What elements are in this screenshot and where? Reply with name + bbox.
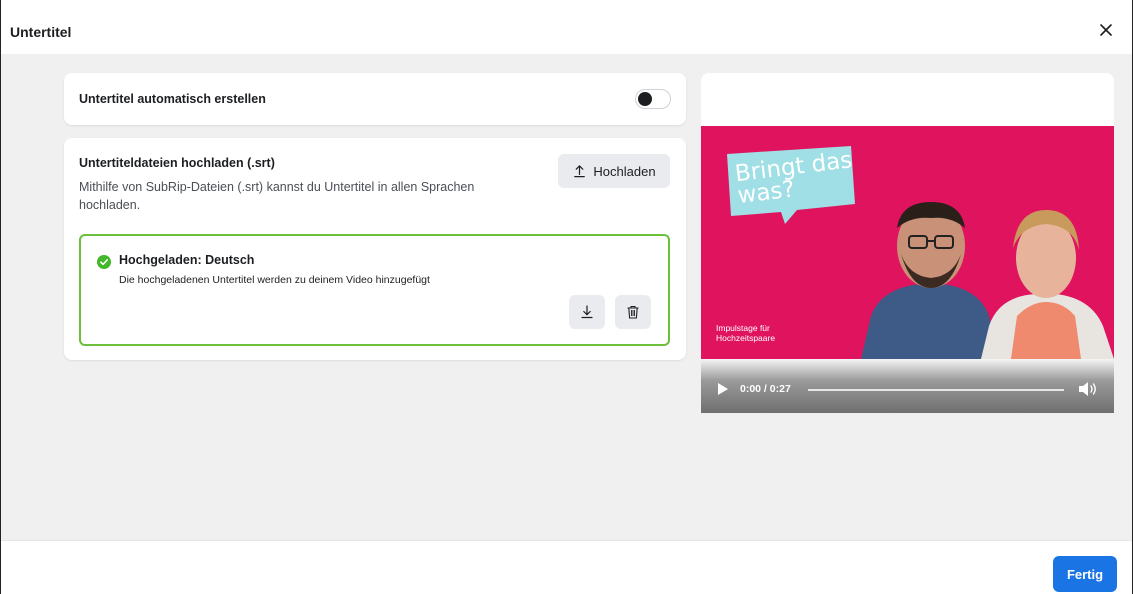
uploaded-description: Die hochgeladenen Untertitel werden zu d… — [119, 274, 430, 286]
dialog-body: Untertitel automatisch erstellen Unterti… — [1, 54, 1132, 540]
check-circle-icon — [97, 255, 111, 269]
video-time: 0:00 / 0:27 — [740, 383, 791, 395]
video-preview: Bringt das was? Impulstage für Hochzeits… — [701, 73, 1114, 413]
auto-subtitles-label: Untertitel automatisch erstellen — [79, 92, 266, 106]
video-controls: 0:00 / 0:27 — [701, 359, 1114, 413]
download-icon — [581, 305, 593, 319]
close-icon — [1100, 24, 1112, 36]
download-button[interactable] — [569, 295, 605, 329]
delete-button[interactable] — [615, 295, 651, 329]
video-frame[interactable]: Bringt das was? Impulstage für Hochzeits… — [701, 126, 1114, 359]
video-scrubber[interactable] — [808, 389, 1064, 391]
upload-button[interactable]: Hochladen — [558, 154, 670, 188]
done-button[interactable]: Fertig — [1053, 556, 1117, 592]
dialog-header: Untertitel — [1, 0, 1132, 54]
auto-subtitles-card: Untertitel automatisch erstellen — [64, 73, 686, 125]
upload-description: Mithilfe von SubRip-Dateien (.srt) kanns… — [79, 180, 475, 212]
upload-title: Untertiteldateien hochladen (.srt) — [79, 156, 275, 170]
people-image — [861, 202, 1114, 359]
upload-button-label: Hochladen — [593, 163, 656, 179]
trash-icon — [627, 305, 639, 319]
dialog-title: Untertitel — [10, 24, 72, 40]
dialog-footer: Fertig — [1, 540, 1132, 594]
uploaded-file-box: Hochgeladen: Deutsch Die hochgeladenen U… — [79, 234, 670, 346]
volume-icon[interactable] — [1078, 381, 1098, 397]
upload-card: Untertiteldateien hochladen (.srt) Mithi… — [64, 138, 686, 360]
play-icon[interactable] — [717, 382, 729, 396]
video-caption: Impulstage für Hochzeitspaare — [716, 323, 776, 343]
uploaded-title: Hochgeladen: Deutsch — [119, 253, 255, 267]
subtitles-dialog: Untertitel Untertitel automatisch erstel… — [0, 0, 1133, 594]
auto-subtitles-toggle[interactable] — [635, 89, 671, 109]
upload-icon — [574, 164, 586, 177]
toggle-knob — [638, 92, 652, 106]
close-button[interactable] — [1094, 18, 1118, 42]
